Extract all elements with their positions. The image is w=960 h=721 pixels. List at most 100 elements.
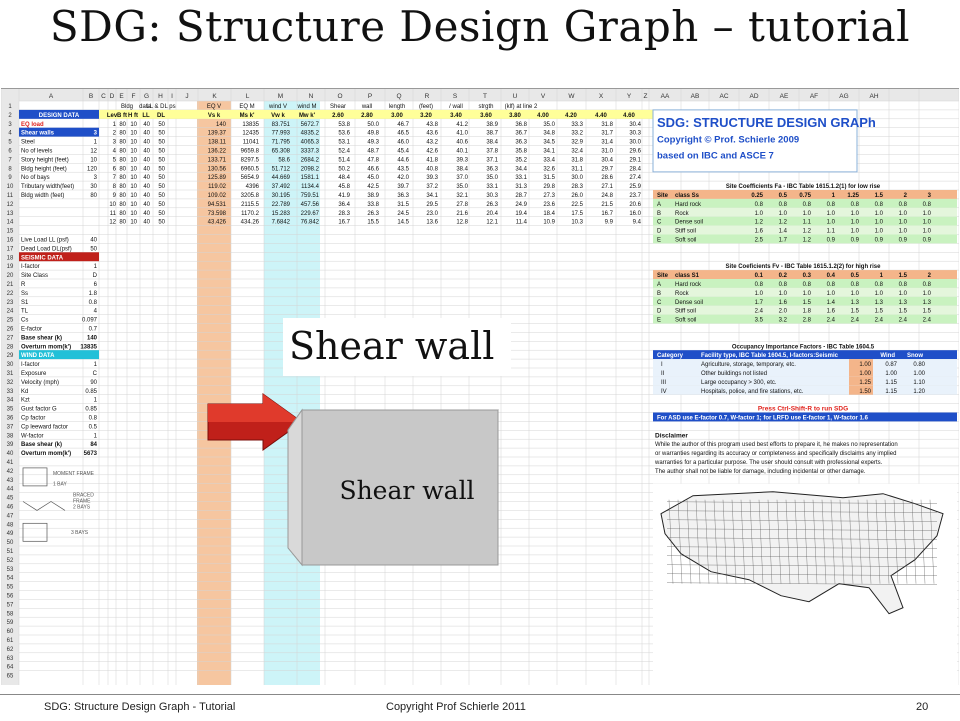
data-cell[interactable]: 41.8 <box>426 157 438 163</box>
data-cell[interactable]: 40.6 <box>456 140 468 146</box>
data-cell[interactable]: 34.5 <box>543 140 555 146</box>
row-number[interactable]: 55 <box>7 585 14 591</box>
row-number[interactable]: 21 <box>7 282 14 288</box>
left-item-value[interactable]: 0.5 <box>89 424 98 430</box>
data-cell[interactable]: 43.5 <box>397 166 409 172</box>
left-item-label[interactable]: Steel <box>21 140 35 146</box>
fa-table-cell[interactable]: 1.0 <box>755 211 764 217</box>
fa-table-cell[interactable]: Soft soil <box>675 238 696 244</box>
data-cell[interactable]: 23.0 <box>426 211 438 217</box>
fv-table-cell[interactable]: Rock <box>675 291 690 297</box>
left-item-value[interactable]: 40 <box>90 238 97 244</box>
column-header-Y[interactable]: Y <box>627 93 632 100</box>
data-cell[interactable]: 11 <box>110 211 117 217</box>
row-number[interactable]: 17 <box>7 246 14 252</box>
row-number[interactable]: 37 <box>7 424 14 430</box>
occ-cell[interactable]: Hospitals, police, and fire stations, et… <box>701 389 804 395</box>
fv-table-cell[interactable]: 3.2 <box>779 318 788 324</box>
data-cell[interactable]: 41.9 <box>338 193 350 199</box>
column-header-W[interactable]: W <box>568 93 575 100</box>
column-header-V[interactable]: V <box>541 93 546 100</box>
left-item-label[interactable]: Overturn mom(k') <box>21 344 71 350</box>
data-cell[interactable]: 29.8 <box>543 184 555 190</box>
data-cell[interactable]: 1581.1 <box>301 175 320 181</box>
left-item-label[interactable]: R <box>21 282 26 288</box>
left-item-value[interactable]: 30 <box>90 184 97 190</box>
data-cell[interactable]: 40 <box>143 131 150 137</box>
data-cell[interactable]: 30.0 <box>571 175 583 181</box>
data-cell[interactable]: 28.6 <box>601 175 613 181</box>
left-item-label[interactable]: No of bays <box>21 175 50 181</box>
column-header-F[interactable]: F <box>132 93 136 100</box>
left-item-label[interactable]: Bldg height (feet) <box>21 166 67 172</box>
data-cell[interactable]: 31.5 <box>543 175 555 181</box>
data-cell[interactable]: 50 <box>158 202 165 208</box>
left-item-label[interactable]: Kd <box>21 389 28 395</box>
fa-table-cell[interactable]: 1.0 <box>923 220 932 226</box>
occ-cell[interactable]: IV <box>661 389 667 395</box>
row-number[interactable]: 39 <box>7 442 14 448</box>
column-header-H[interactable]: H <box>158 93 163 100</box>
column-header-B[interactable]: B <box>89 93 93 100</box>
fa-table-cell[interactable]: 1.1 <box>803 220 812 226</box>
data-cell[interactable]: 50 <box>158 149 165 155</box>
fa-table-cell[interactable]: 0.8 <box>875 202 884 208</box>
left-item-label[interactable]: E-factor <box>21 327 42 333</box>
row-number[interactable]: 53 <box>7 567 14 573</box>
data-cell[interactable]: 16.0 <box>629 211 641 217</box>
left-item-value[interactable]: 4 <box>94 309 98 315</box>
data-cell[interactable]: 50 <box>158 131 165 137</box>
data-cell[interactable]: 40 <box>143 193 150 199</box>
left-item-value[interactable]: 0.85 <box>85 389 97 395</box>
row-number[interactable]: 14 <box>7 220 14 226</box>
data-cell[interactable]: 10 <box>130 175 137 181</box>
data-cell[interactable]: 20.6 <box>629 202 641 208</box>
left-item-value[interactable]: 84 <box>90 442 97 448</box>
data-cell[interactable]: 30.4 <box>601 157 613 163</box>
data-cell[interactable]: 40 <box>143 211 150 217</box>
row-number[interactable]: 65 <box>7 674 14 680</box>
data-cell[interactable]: 31.8 <box>601 122 613 128</box>
data-cell[interactable]: 29.7 <box>601 166 613 172</box>
data-cell[interactable]: 36.4 <box>338 202 350 208</box>
fv-table-cell[interactable]: 2.4 <box>755 309 764 315</box>
data-cell[interactable]: 46.7 <box>397 122 409 128</box>
data-cell[interactable]: 58.6 <box>278 157 290 163</box>
occ-cell[interactable]: 1.10 <box>913 380 925 386</box>
row-number[interactable]: 20 <box>7 273 14 279</box>
data-cell[interactable]: 50.2 <box>338 166 350 172</box>
fa-table-cell[interactable]: 1.0 <box>899 211 908 217</box>
data-cell[interactable]: 32.6 <box>543 166 555 172</box>
column-header-C[interactable]: C <box>101 93 106 100</box>
data-cell[interactable]: 65.308 <box>272 149 291 155</box>
fa-table-cell[interactable]: 0.9 <box>827 238 836 244</box>
data-cell[interactable]: 40 <box>143 140 150 146</box>
occ-cell[interactable]: Agriculture, storage, temporary, etc. <box>701 362 796 368</box>
data-cell[interactable]: 40 <box>143 157 150 163</box>
data-cell[interactable]: 48.4 <box>338 175 350 181</box>
column-header-M[interactable]: M <box>278 93 283 100</box>
data-cell[interactable]: 8297.5 <box>241 157 260 163</box>
fv-table-cell[interactable]: 1.0 <box>851 291 860 297</box>
data-cell[interactable]: 4835.2 <box>301 131 320 137</box>
row-number[interactable]: 11 <box>7 193 14 199</box>
data-cell[interactable]: 14.5 <box>397 220 409 226</box>
data-cell[interactable]: 10.9 <box>543 220 555 226</box>
fv-table-cell[interactable]: Hard rock <box>675 282 702 288</box>
left-item-label[interactable]: Base shear (k) <box>21 442 62 448</box>
data-cell[interactable]: 39.7 <box>397 184 409 190</box>
left-item-value[interactable]: 0.097 <box>82 318 98 324</box>
fv-table-cell[interactable]: 1.3 <box>923 300 932 306</box>
data-cell[interactable]: 76.842 <box>301 220 320 226</box>
data-cell[interactable]: 10 <box>130 220 137 226</box>
data-cell[interactable]: 80 <box>119 149 126 155</box>
data-cell[interactable]: 40 <box>143 149 150 155</box>
spreadsheet[interactable]: A B C D E F G H I J K L M N O P Q R S T U V W X Y Z AA AB AC AD AE AF AG… <box>1 88 959 685</box>
fa-table-cell[interactable]: 1.2 <box>779 220 788 226</box>
data-cell[interactable]: 31.7 <box>601 131 613 137</box>
data-cell[interactable]: 139.37 <box>208 131 227 137</box>
data-cell[interactable]: 12435 <box>242 131 259 137</box>
data-cell[interactable]: 35.2 <box>515 157 527 163</box>
fa-table-cell[interactable]: 1.0 <box>923 211 932 217</box>
fa-table-cell[interactable]: 0.8 <box>779 202 788 208</box>
